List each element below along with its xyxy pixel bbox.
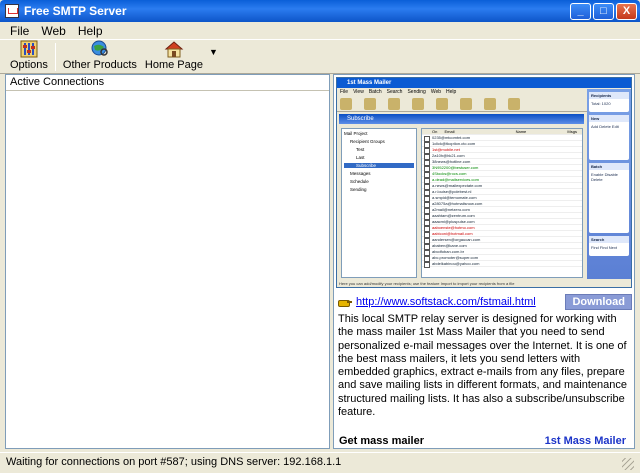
side-box-text: Add Delete Edit: [591, 124, 619, 129]
window-title: Free SMTP Server: [24, 4, 127, 18]
tree-item: Last: [356, 155, 365, 160]
side-box-title: Batch: [589, 163, 629, 170]
product-link[interactable]: http://www.softstack.com/fstmail.html: [356, 296, 565, 308]
side-box: Batch Enable Disable Delete: [589, 163, 629, 233]
pointing-hand-icon: [338, 297, 352, 308]
screenshot-menu-item: View: [353, 89, 364, 95]
toolbar: Options Other Products Home Page ▼: [0, 40, 640, 74]
tree-item: Sending: [350, 187, 367, 192]
get-mass-mailer-link[interactable]: Get mass mailer: [339, 435, 424, 447]
app-icon: [5, 4, 19, 18]
menu-help[interactable]: Help: [72, 24, 109, 38]
side-box: Recipients Total: 1020: [589, 92, 629, 112]
maximize-button[interactable]: □: [593, 2, 614, 20]
toolbar-separator: [54, 43, 56, 71]
globe-search-icon: [91, 40, 108, 56]
home-page-button[interactable]: Home Page: [141, 40, 207, 73]
link-row: http://www.softstack.com/fstmail.html Do…: [338, 294, 632, 310]
menu-bar: File Web Help: [0, 22, 640, 40]
other-products-label: Other Products: [62, 59, 137, 71]
side-box-text: Find Find Next: [591, 245, 618, 250]
side-box-text: Enable Disable Delete: [591, 172, 618, 182]
home-page-label: Home Page: [144, 59, 203, 71]
screenshot-menu-item: Web: [430, 89, 442, 95]
minimize-button[interactable]: _: [570, 2, 591, 20]
tree-item: Messages: [350, 171, 371, 176]
product-description: This local SMTP relay server is designed…: [338, 313, 628, 419]
grid-col-email: Email: [444, 129, 455, 134]
grid-col-msgs: Msgs: [567, 129, 577, 134]
screenshot-menu-item: Batch: [368, 89, 382, 95]
side-box: Search Find Find Next: [589, 236, 629, 256]
menu-web[interactable]: Web: [35, 24, 71, 38]
tree-item: Recipient Groups: [350, 139, 385, 144]
options-icon: [20, 40, 38, 58]
side-box-title: Recipients: [589, 92, 629, 99]
screenshot-menu-item: Help: [446, 89, 457, 95]
menu-file[interactable]: File: [4, 24, 35, 38]
tree-item: Mail Project: [344, 131, 368, 136]
screenshot-menu-item: File: [340, 89, 349, 95]
side-box-title: New: [589, 115, 629, 122]
ad-panel: 1st Mass Mailer File View Batch Search Sendi…: [333, 74, 635, 449]
home-icon: [164, 41, 184, 58]
screenshot-subscribe-bar: Subscribe: [339, 114, 584, 124]
product-screenshot[interactable]: 1st Mass Mailer File View Batch Search Sendi…: [336, 77, 632, 288]
download-button[interactable]: Download: [565, 294, 632, 310]
screenshot-title: 1st Mass Mailer: [337, 78, 631, 88]
screenshot-menu-item: Search: [386, 89, 403, 95]
side-box: New Add Delete Edit: [589, 115, 629, 160]
options-label: Options: [10, 59, 48, 71]
tree-item: Test: [356, 147, 365, 152]
grid-row: abdelkabinou@yahoo.com: [422, 261, 582, 268]
home-page-dropdown-icon[interactable]: ▼: [209, 47, 218, 57]
resize-grip-icon[interactable]: [622, 458, 634, 470]
title-bar[interactable]: Free SMTP Server _ □ X: [0, 0, 640, 22]
tree-item: Subscribe: [344, 163, 414, 168]
active-connections-header: Active Connections: [6, 75, 329, 91]
grid-rows: 0235@mtcomtnt.com 1click@tkoption.cto.com…: [422, 135, 582, 268]
side-box-title: Search: [589, 236, 629, 243]
close-button[interactable]: X: [616, 2, 637, 20]
screenshot-tree: Mail Project Recipient Groups Test Last …: [341, 128, 417, 278]
active-connections-panel: Active Connections: [5, 74, 330, 449]
options-button[interactable]: Options: [6, 40, 52, 73]
status-bar: Waiting for connections on port #587; us…: [0, 452, 640, 473]
side-box-text: Total: 1020: [591, 101, 611, 106]
screenshot-sidebar: Recipients Total: 1020 New Add Delete Edit…: [587, 89, 631, 279]
other-products-button[interactable]: Other Products: [59, 40, 141, 73]
tree-item: Schedule: [350, 179, 369, 184]
screenshot-recipient-grid: On Email Name Msgs 0235@mtcomtnt.com 1cli…: [421, 128, 583, 278]
grid-col-name: Name: [515, 129, 527, 134]
status-text: Waiting for connections on port #587; us…: [6, 456, 342, 468]
brand-name[interactable]: 1st Mass Mailer: [545, 435, 626, 447]
screenshot-status: Here you can add/modify your recipients;…: [339, 281, 515, 286]
grid-col-on: On: [432, 129, 438, 134]
main-window: Free SMTP Server _ □ X File Web Help Opt…: [0, 0, 640, 473]
screenshot-menu-item: Sending: [407, 89, 426, 95]
